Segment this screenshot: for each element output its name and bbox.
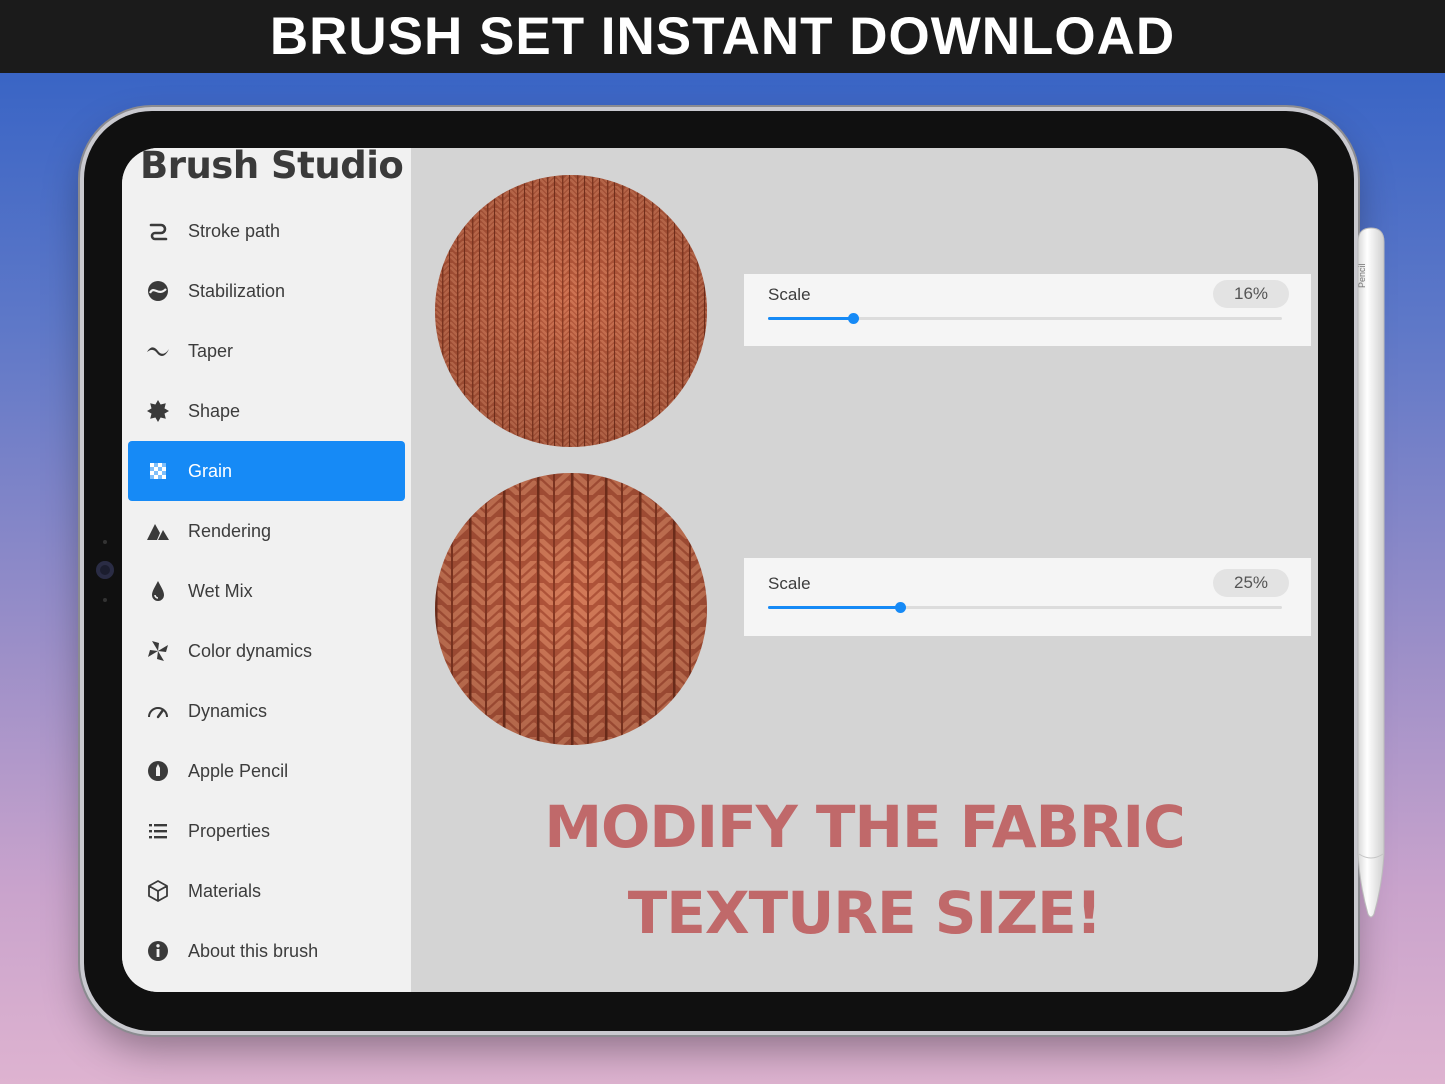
wet-mix-icon [128, 579, 188, 603]
camera-lens [96, 561, 114, 579]
sidebar-item-label: Stroke path [188, 220, 281, 241]
sidebar-item-stroke-path[interactable]: Stroke path [128, 201, 405, 261]
grain-preview-fine [435, 175, 707, 447]
scale-slider-panel-2: Scale 25% [744, 558, 1311, 636]
sidebar-item-taper[interactable]: Taper [128, 321, 405, 381]
sidebar-item-rendering[interactable]: Rendering [128, 501, 405, 561]
promo-banner: BRUSH SET INSTANT DOWNLOAD [0, 0, 1445, 73]
properties-icon [128, 819, 188, 843]
scale-slider-fill [768, 606, 901, 609]
sidebar-item-about-this-brush[interactable]: About this brush [128, 921, 405, 981]
sidebar-item-label: Apple Pencil [188, 760, 289, 781]
sidebar-item-label: Color dynamics [188, 640, 313, 661]
sidebar-item-apple-pencil[interactable]: Apple Pencil [128, 741, 405, 801]
sensor-dot [103, 598, 107, 602]
scale-label: Scale [768, 285, 811, 304]
shape-icon [128, 399, 188, 423]
scale-slider-panel-1: Scale 16% [744, 274, 1311, 346]
sidebar-item-dynamics[interactable]: Dynamics [128, 681, 405, 741]
sidebar-item-label: Stabilization [188, 280, 286, 301]
scale-label: Scale [768, 574, 811, 593]
apple-pencil-device: Pencil [1354, 226, 1388, 920]
dynamics-icon [128, 699, 188, 723]
sidebar-item-label: Wet Mix [188, 580, 253, 601]
grain-preview-coarse [435, 473, 707, 745]
scale-value-badge[interactable]: 16% [1213, 280, 1289, 308]
headline-line-1: MODIFY THE FABRIC [544, 793, 1185, 861]
sidebar-item-label: Grain [188, 460, 233, 481]
ipad-screen: Brush Studio Stroke path Stabilization T… [122, 148, 1318, 992]
sidebar-item-label: Properties [188, 820, 271, 841]
scale-slider-knob[interactable] [848, 313, 860, 324]
grain-icon [128, 459, 188, 483]
stroke-path-icon [128, 219, 188, 243]
color-dynamics-icon [128, 639, 188, 663]
sidebar-item-materials[interactable]: Materials [128, 861, 405, 921]
sidebar-item-label: Rendering [188, 520, 272, 541]
materials-icon [128, 879, 188, 903]
sidebar-item-shape[interactable]: Shape [128, 381, 405, 441]
page-title: Brush Studio [140, 148, 404, 187]
sidebar-item-grain[interactable]: Grain [128, 441, 405, 501]
pencil-brand-text: Pencil [1357, 263, 1367, 288]
grain-settings-pane: Scale 16% Scale 25% MODIFY THE FABRIC TE… [411, 148, 1318, 992]
taper-icon [128, 339, 188, 363]
headline-line-2: TEXTURE SIZE! [627, 879, 1103, 947]
sidebar-item-label: Dynamics [188, 700, 268, 721]
apple-pencil-icon [128, 759, 188, 783]
scale-slider-fill [768, 317, 854, 320]
info-icon [128, 939, 188, 963]
scale-slider-track[interactable] [768, 313, 1282, 324]
sensor-dot [103, 540, 107, 544]
scale-slider-track[interactable] [768, 602, 1282, 613]
scale-slider-knob[interactable] [895, 602, 907, 613]
sidebar-item-label: Materials [188, 880, 262, 901]
sidebar-item-color-dynamics[interactable]: Color dynamics [128, 621, 405, 681]
stabilization-icon [128, 279, 188, 303]
scale-value-badge[interactable]: 25% [1213, 569, 1289, 597]
sidebar-item-properties[interactable]: Properties [128, 801, 405, 861]
sidebar-item-label: Taper [188, 340, 234, 361]
brush-studio-sidebar: Brush Studio Stroke path Stabilization T… [122, 148, 411, 992]
sidebar-item-label: Shape [188, 400, 241, 421]
sidebar-item-wet-mix[interactable]: Wet Mix [128, 561, 405, 621]
sidebar-item-label: About this brush [188, 940, 319, 961]
sidebar-item-stabilization[interactable]: Stabilization [128, 261, 405, 321]
rendering-icon [128, 519, 188, 543]
